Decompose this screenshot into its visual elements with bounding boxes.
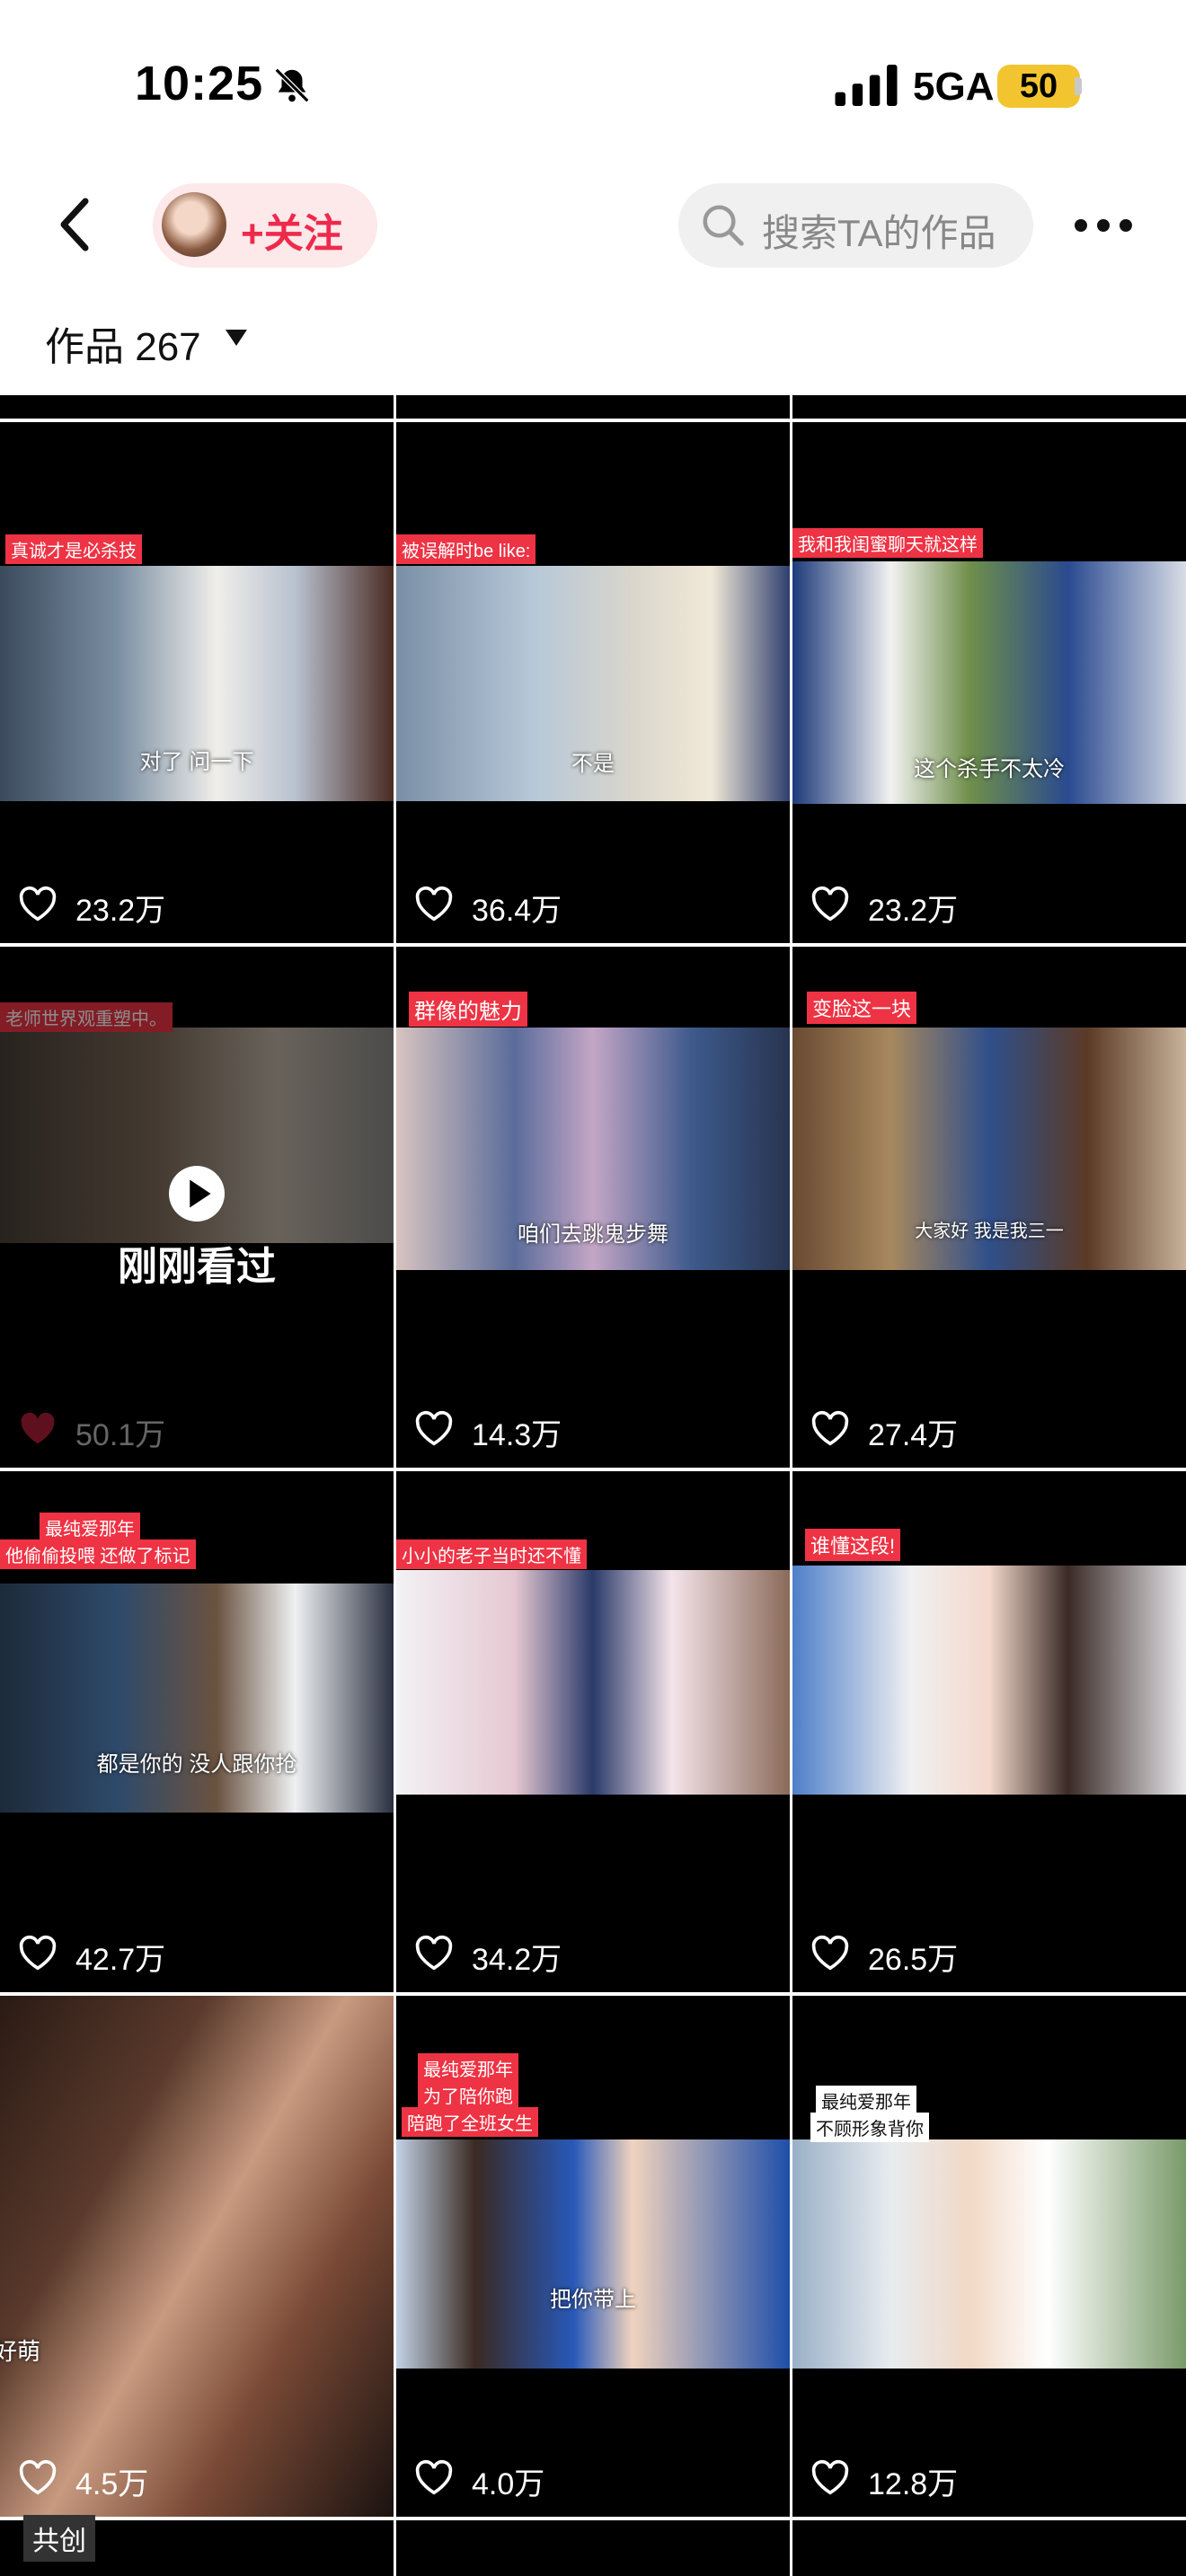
battery-tip [1075,77,1082,95]
video-subtitle: 咱们去跳鬼步舞 [518,1222,668,1247]
heart-icon [19,2459,57,2495]
follow-label[interactable]: +关注 [241,201,343,259]
video-tag: 群像的魅力 [409,992,527,1027]
video-thumbnail [792,1566,1186,1795]
play-triangle-icon [190,1179,211,1208]
play-icon[interactable] [169,1166,225,1222]
heart-icon [811,2459,849,2495]
video-thumbnail [0,1584,394,1813]
search-icon [703,205,744,246]
heart-icon [811,886,849,922]
like-count-text: 12.8万 [868,2467,959,2501]
video-thumbnail [0,1996,394,2517]
video-cell[interactable]: 老师世界观重塑中。 刚刚看过 50.1万 [0,947,394,1468]
like-count-text: 14.3万 [472,1418,562,1452]
battery-indicator: 50 [997,65,1080,108]
video-tag: 被误解时be like: [396,534,536,564]
heart-icon [811,1935,849,1971]
video-subtitle: 都是你的 没人跟你抢 [96,1752,297,1777]
video-cell[interactable]: 谁懂这段! 26.5万 [792,1471,1186,1992]
search-placeholder[interactable]: 搜索TA的作品 [762,203,996,258]
like-count-text: 4.5万 [75,2467,149,2501]
video-tag: 最纯爱那年 [816,2086,916,2115]
status-time: 10:25 [135,57,264,110]
heart-icon [415,1935,453,1971]
video-thumbnail [396,2139,790,2369]
heart-icon [19,1935,57,1971]
video-tag: 陪跑了全班女生 [402,2107,538,2137]
network-label: 5GA [913,65,995,109]
video-subtitle: 好萌 [0,2338,40,2365]
video-cell[interactable]: 变脸这一块 大家好 我是我三一 27.4万 [792,947,1186,1468]
video-cell[interactable]: 小小的老子当时还不懂 34.2万 [396,1471,790,1992]
video-cell[interactable]: 最纯爱那年 为了陪你跑 陪跑了全班女生 把你带上 4.0万 [396,1996,790,2517]
video-thumbnail [792,2139,1186,2369]
video-cell[interactable]: 被误解时be like: 不是 36.4万 [396,422,790,943]
heart-icon [415,2459,453,2495]
video-subtitle: 大家好 我是我三一 [915,1222,1064,1241]
bell-muted-icon [274,67,310,103]
video-grid: 真诚才是必杀技 对了 问一下 23.2万 被误解时be like: 不是 36.… [0,395,1186,2576]
video-cell-partial[interactable] [792,395,1186,419]
like-count-text: 23.2万 [868,894,959,928]
video-cell[interactable]: 群像的魅力 咱们去跳鬼步舞 14.3万 [396,947,790,1468]
video-subtitle: 把你带上 [550,2288,636,2312]
video-subtitle: 这个杀手不太冷 [914,757,1065,781]
video-cell-partial[interactable] [396,395,790,419]
heart-icon [415,1410,453,1446]
video-tag: 我和我闺蜜聊天就这样 [792,528,983,558]
video-cell-partial[interactable] [0,395,394,419]
signal-icon [835,65,898,106]
video-cell[interactable]: 我和我闺蜜聊天就这样 这个杀手不太冷 23.2万 [792,422,1186,943]
video-cell[interactable]: 最纯爱那年 他偷偷投喂 还做了标记 都是你的 没人跟你抢 42.7万 [0,1471,394,1992]
video-tag: 变脸这一块 [807,992,917,1024]
like-count-text: 4.0万 [472,2467,545,2501]
heart-icon [19,886,57,922]
video-tag: 不顾形象背你 [810,2113,929,2142]
video-tag: 他偷偷投喂 还做了标记 [0,1539,196,1569]
video-tag: 为了陪你跑 [418,2080,518,2110]
like-count-text: 42.7万 [75,1943,166,1977]
video-thumbnail [396,1570,790,1795]
dropdown-arrow-icon[interactable] [223,327,250,348]
like-count-text: 50.1万 [75,1418,166,1452]
video-cell[interactable]: 真诚才是必杀技 对了 问一下 23.2万 [0,422,394,943]
heart-icon [811,1410,849,1446]
video-cell-partial[interactable] [792,2520,1186,2576]
like-count-text: 26.5万 [868,1943,959,1977]
avatar[interactable] [162,192,226,257]
like-count-text: 27.4万 [868,1418,959,1452]
heart-icon [415,886,453,922]
like-count-text: 34.2万 [472,1943,562,1977]
like-count-text: 23.2万 [75,894,166,928]
heart-filled-icon [21,1412,55,1444]
video-cell-partial[interactable] [396,2520,790,2576]
video-subtitle: 对了 问一下 [139,750,254,774]
recently-watched-label: 刚刚看过 [118,1245,276,1289]
video-tag: 小小的老子当时还不懂 [396,1539,587,1569]
video-cell[interactable]: 最纯爱那年 不顾形象背你 12.8万 [792,1996,1186,2517]
video-tag: 真诚才是必杀技 [5,534,142,564]
video-tag: 谁懂这段! [805,1529,901,1561]
status-bar: 10:25 5GA 50 [0,0,1186,171]
more-icon[interactable] [1075,219,1132,234]
video-tag: 最纯爱那年 [40,1513,140,1542]
video-tag: 最纯爱那年 [418,2053,518,2083]
video-subtitle: 不是 [571,752,615,776]
video-cell[interactable]: 好萌 4.5万 [0,1996,394,2517]
works-count[interactable]: 作品 267 [45,314,201,372]
video-tag: 共创 [23,2515,95,2562]
like-count-text: 36.4万 [472,894,562,928]
back-arrow-icon[interactable] [52,198,97,251]
